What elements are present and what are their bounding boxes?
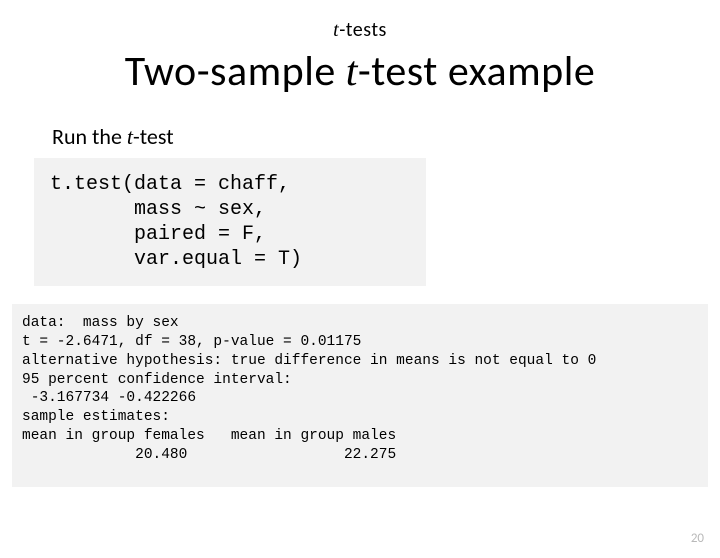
title-italic: t [346, 49, 358, 95]
slide-subheading: Run the t-test [52, 123, 720, 150]
page-number: 20 [691, 531, 704, 546]
slide-topic: t-tests [0, 18, 720, 42]
slide-title: Two-sample t-test example [0, 46, 720, 97]
code-block: t.test(data = chaff, mass ~ sex, paired … [34, 158, 426, 286]
output-block: data: mass by sex t = -2.6471, df = 38, … [12, 304, 708, 487]
topic-rest: -tests [339, 18, 387, 42]
title-before: Two-sample [125, 46, 346, 97]
subhead-before: Run the [52, 123, 127, 150]
title-after: -test example [358, 46, 595, 97]
subhead-after: -test [133, 123, 174, 150]
